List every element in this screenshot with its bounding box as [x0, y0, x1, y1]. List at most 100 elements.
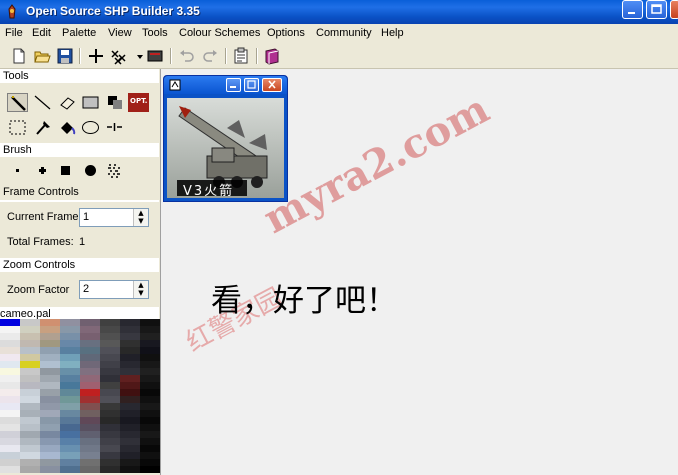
up-arrow-icon[interactable]: ▲ [134, 281, 148, 289]
selection-tool[interactable] [7, 118, 28, 137]
palette-swatch[interactable] [60, 368, 80, 375]
crosshair-icon[interactable] [87, 47, 105, 65]
palette-swatch[interactable] [0, 319, 20, 326]
palette-swatch[interactable] [60, 396, 80, 403]
palette-swatch[interactable] [100, 424, 120, 431]
palette-swatch[interactable] [140, 410, 160, 417]
options-tool[interactable]: OPT. [128, 93, 149, 112]
palette-swatch[interactable] [80, 368, 100, 375]
palette-swatch[interactable] [140, 452, 160, 459]
palette-swatch[interactable] [80, 382, 100, 389]
palette-swatch[interactable] [20, 417, 40, 424]
child-minimize-button[interactable] [226, 78, 241, 92]
palette-swatch[interactable] [60, 319, 80, 326]
palette-swatch[interactable] [60, 424, 80, 431]
palette-swatch[interactable] [100, 333, 120, 340]
palette-swatch[interactable] [40, 459, 60, 466]
palette-swatch[interactable] [140, 445, 160, 452]
palette-swatch[interactable] [0, 375, 20, 382]
rectangle-fill-tool[interactable] [80, 93, 101, 112]
palette-swatch[interactable] [20, 403, 40, 410]
down-arrow-icon[interactable]: ▼ [134, 289, 148, 297]
palette-swatch[interactable] [60, 326, 80, 333]
palette-swatch[interactable] [60, 333, 80, 340]
palette-swatch[interactable] [80, 417, 100, 424]
palette-swatch[interactable] [20, 431, 40, 438]
palette-swatch[interactable] [100, 396, 120, 403]
palette-swatch[interactable] [100, 347, 120, 354]
palette-swatch[interactable] [80, 361, 100, 368]
palette-swatch[interactable] [20, 354, 40, 361]
palette-swatch[interactable] [140, 459, 160, 466]
palette-swatch[interactable] [120, 424, 140, 431]
palette-swatch[interactable] [120, 417, 140, 424]
palette-swatch[interactable] [40, 438, 60, 445]
crop-tool[interactable] [104, 118, 125, 137]
palette-swatch[interactable] [40, 410, 60, 417]
brush-size-2[interactable] [32, 161, 53, 180]
palette-swatch[interactable] [100, 354, 120, 361]
palette-swatch[interactable] [60, 361, 80, 368]
brush-size-1[interactable] [7, 161, 28, 180]
close-button[interactable] [670, 0, 678, 19]
new-file-icon[interactable] [10, 47, 28, 65]
palette-swatch[interactable] [0, 452, 20, 459]
palette-swatch[interactable] [100, 466, 120, 473]
palette-swatch[interactable] [80, 431, 100, 438]
palette-swatch[interactable] [100, 438, 120, 445]
palette-swatch[interactable] [140, 361, 160, 368]
palette-swatch[interactable] [80, 410, 100, 417]
palette-swatch[interactable] [120, 466, 140, 473]
palette-swatch[interactable] [140, 424, 160, 431]
palette-swatch[interactable] [80, 424, 100, 431]
palette-swatch[interactable] [80, 333, 100, 340]
palette-swatch[interactable] [40, 319, 60, 326]
palette-swatch[interactable] [40, 368, 60, 375]
palette-swatch[interactable] [20, 375, 40, 382]
palette-swatch[interactable] [120, 396, 140, 403]
palette-swatch[interactable] [20, 333, 40, 340]
palette-swatch[interactable] [60, 438, 80, 445]
palette-swatch[interactable] [60, 354, 80, 361]
menu-community[interactable]: Community [316, 27, 372, 39]
palette-swatch[interactable] [100, 452, 120, 459]
palette-swatch[interactable] [120, 354, 140, 361]
palette-swatch[interactable] [80, 466, 100, 473]
palette-swatch[interactable] [140, 389, 160, 396]
palette-swatch[interactable] [40, 417, 60, 424]
palette-swatch[interactable] [140, 403, 160, 410]
current-frame-stepper[interactable]: 1 ▲ ▼ [79, 208, 149, 227]
palette-swatch[interactable] [140, 417, 160, 424]
palette-swatch[interactable] [0, 396, 20, 403]
palette-swatch[interactable] [120, 340, 140, 347]
palette-swatch[interactable] [20, 445, 40, 452]
minimize-button[interactable] [622, 0, 643, 19]
palette-swatch[interactable] [80, 389, 100, 396]
palette-swatch[interactable] [40, 354, 60, 361]
save-icon[interactable] [56, 47, 74, 65]
fill-tool[interactable] [57, 118, 78, 137]
palette-swatch[interactable] [80, 326, 100, 333]
palette-swatch[interactable] [0, 326, 20, 333]
palette-swatch[interactable] [100, 431, 120, 438]
palette-swatch[interactable] [20, 452, 40, 459]
palette-swatch[interactable] [60, 452, 80, 459]
palette-swatch[interactable] [140, 396, 160, 403]
palette-swatch[interactable] [20, 410, 40, 417]
palette-swatch[interactable] [140, 354, 160, 361]
eraser-tool[interactable] [57, 93, 78, 112]
palette-swatch[interactable] [140, 466, 160, 473]
palette-swatch[interactable] [60, 459, 80, 466]
preview-icon[interactable] [146, 47, 164, 65]
palette-swatch[interactable] [80, 375, 100, 382]
image-window[interactable]: V3火箭 [163, 75, 288, 202]
palette-swatch[interactable] [0, 417, 20, 424]
palette-swatch[interactable] [100, 403, 120, 410]
palette-swatch[interactable] [40, 333, 60, 340]
palette-swatch[interactable] [100, 375, 120, 382]
palette-swatch[interactable] [40, 361, 60, 368]
dropdown-arrow-icon[interactable] [131, 47, 143, 65]
down-arrow-icon[interactable]: ▼ [134, 217, 148, 225]
palette-swatch[interactable] [40, 431, 60, 438]
palette-swatch[interactable] [140, 326, 160, 333]
